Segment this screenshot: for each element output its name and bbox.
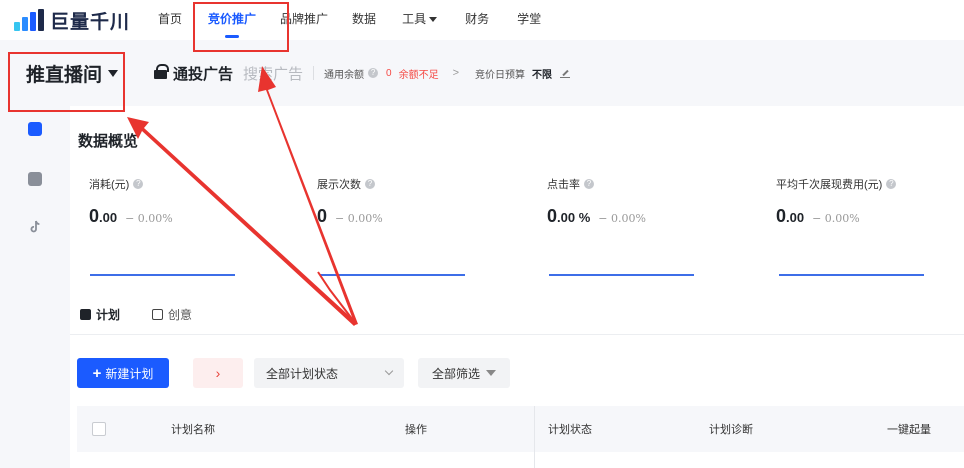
annotation-arrows xyxy=(127,66,358,326)
arrow-to-account xyxy=(127,117,357,326)
arrow-to-bid-promotion xyxy=(258,66,358,325)
